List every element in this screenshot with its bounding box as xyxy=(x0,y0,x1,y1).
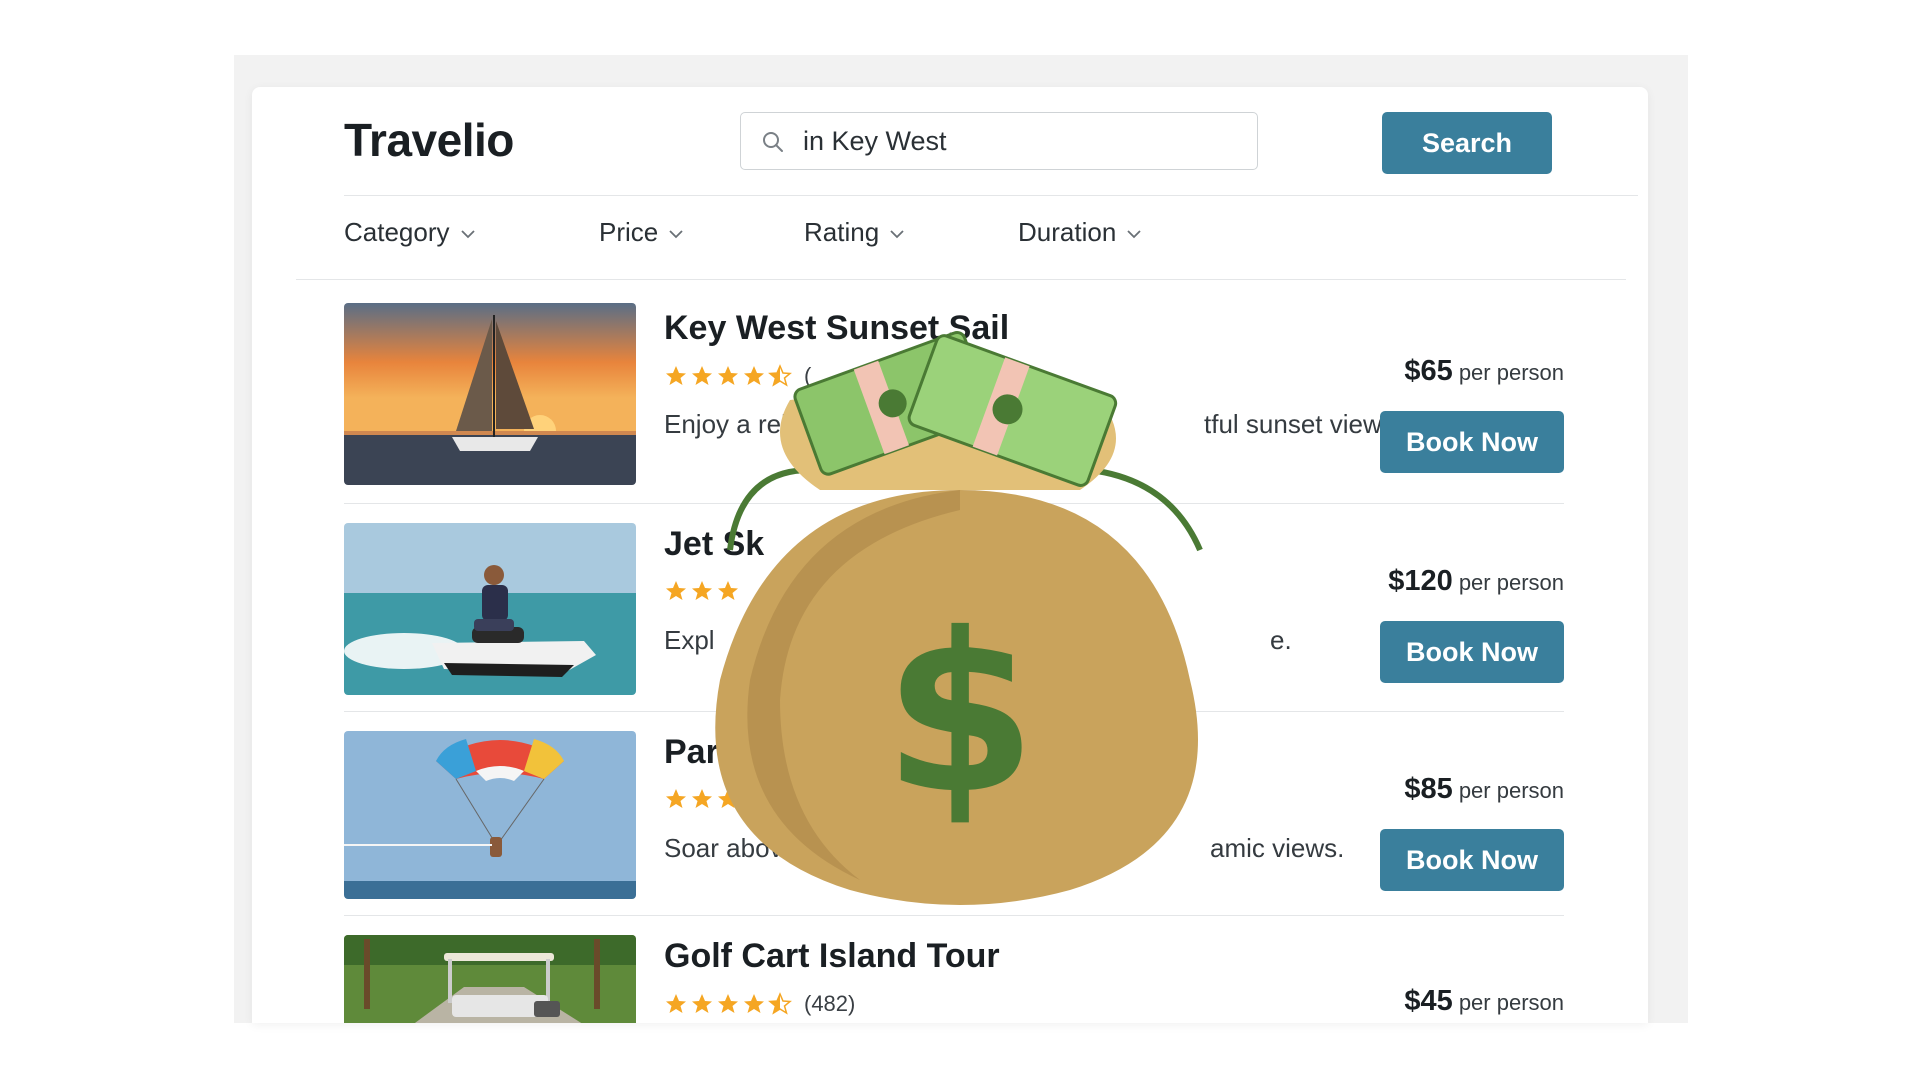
listing-description-end: tful sunset views. xyxy=(1204,409,1402,439)
search-field[interactable] xyxy=(740,112,1258,170)
star-icon xyxy=(692,994,712,1013)
star-icon xyxy=(718,994,738,1013)
filter-price[interactable]: Price xyxy=(599,217,684,248)
golf-cart-image[interactable] xyxy=(344,935,636,1023)
search-button[interactable]: Search xyxy=(1382,112,1552,174)
listing-divider xyxy=(344,915,1564,916)
filter-rating[interactable]: Rating xyxy=(804,217,905,248)
chevron-down-icon xyxy=(1127,230,1141,239)
filter-label: Price xyxy=(599,217,659,247)
sailboat-image[interactable] xyxy=(344,303,636,485)
book-now-button[interactable]: Book Now xyxy=(1380,829,1564,891)
filter-label: Duration xyxy=(1018,217,1117,247)
price-amount: $85 xyxy=(1404,773,1453,805)
header-divider xyxy=(344,195,1638,196)
rating-stars: (482) xyxy=(664,991,855,1019)
price-unit: per person xyxy=(1458,360,1564,385)
jet-ski-image[interactable] xyxy=(344,523,636,695)
star-icon xyxy=(744,994,764,1013)
chevron-down-icon xyxy=(460,230,475,239)
listing-description-end: e. xyxy=(1270,625,1292,655)
money-bag-icon: $ xyxy=(715,331,1203,905)
star-icon xyxy=(666,366,686,385)
listing-item[interactable]: Golf Cart Island Tour (482) $45 per perso… xyxy=(344,935,1564,1023)
book-now-button[interactable]: Book Now xyxy=(1380,621,1564,683)
parasailing-image[interactable] xyxy=(344,731,636,899)
price-unit: per person xyxy=(1458,990,1564,1015)
filter-label: Rating xyxy=(804,217,880,247)
book-now-button[interactable]: Book Now xyxy=(1380,411,1564,473)
listing-price: $85 per person xyxy=(1404,773,1564,806)
price-amount: $45 xyxy=(1404,985,1453,1017)
listing-title[interactable]: Golf Cart Island Tour xyxy=(664,937,1000,976)
star-icon xyxy=(666,581,686,600)
chevron-down-icon xyxy=(669,230,683,239)
price-unit: per person xyxy=(1458,570,1564,595)
star-half-icon xyxy=(768,992,792,1015)
search-input[interactable] xyxy=(803,123,1243,159)
app-logo[interactable]: Travelio xyxy=(344,113,514,167)
dollar-sign: $ xyxy=(883,586,1036,842)
review-count: (482) xyxy=(804,991,856,1016)
filter-label: Category xyxy=(344,217,450,247)
star-icon xyxy=(666,994,686,1013)
price-amount: $65 xyxy=(1404,355,1453,387)
chevron-down-icon xyxy=(890,230,904,239)
filter-divider xyxy=(296,279,1626,280)
listing-price: $45 per person xyxy=(1404,985,1564,1018)
price-unit: per person xyxy=(1458,778,1564,803)
price-amount: $120 xyxy=(1388,565,1453,597)
filter-duration[interactable]: Duration xyxy=(1018,217,1142,248)
listing-description-end: amic views. xyxy=(1210,833,1345,863)
search-icon xyxy=(763,132,783,152)
filter-category[interactable]: Category xyxy=(344,217,476,248)
listing-price: $120 per person xyxy=(1388,565,1564,598)
listing-price: $65 per person xyxy=(1404,355,1564,388)
star-icon xyxy=(666,789,686,808)
